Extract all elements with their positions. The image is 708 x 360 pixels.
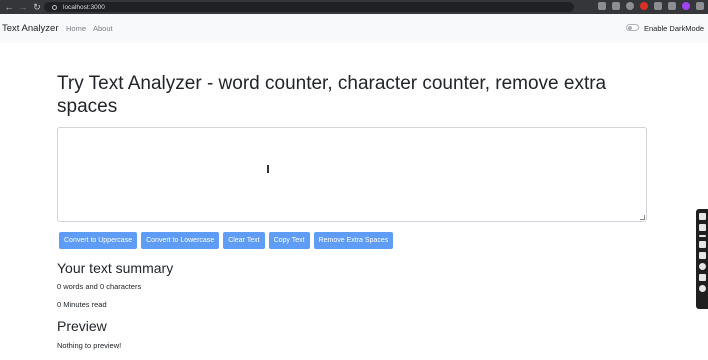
darkmode-toggle-label[interactable]: Enable DarkMode bbox=[644, 24, 704, 33]
toggle-knob bbox=[628, 26, 632, 30]
navbar-brand[interactable]: Text Analyzer bbox=[2, 23, 59, 34]
share-icon[interactable] bbox=[598, 2, 606, 10]
extensions-puzzle-icon[interactable] bbox=[654, 2, 662, 10]
reload-icon[interactable]: ↻ bbox=[32, 0, 42, 14]
more-icon[interactable] bbox=[698, 235, 706, 237]
copy-text-button[interactable]: Copy Text bbox=[268, 232, 310, 249]
browser-chrome: ← → ↻ localhost:3000 bbox=[0, 0, 708, 14]
remove-spaces-button[interactable]: Remove Extra Spaces bbox=[313, 232, 394, 249]
extension-icon[interactable] bbox=[626, 2, 634, 10]
summary-heading: Your text summary bbox=[57, 260, 174, 276]
preview-heading: Preview bbox=[57, 318, 107, 334]
bookmark-star-icon[interactable] bbox=[612, 2, 620, 10]
read-time: 0 Minutes read bbox=[57, 300, 107, 309]
address-url[interactable]: localhost:3000 bbox=[63, 4, 105, 11]
text-input-area[interactable] bbox=[57, 127, 647, 222]
browser-toolbar-icons bbox=[598, 2, 704, 10]
timer-icon[interactable] bbox=[698, 263, 706, 270]
text-cursor-icon bbox=[267, 165, 269, 173]
navbar: Text Analyzer Home About Enable DarkMode bbox=[0, 14, 708, 43]
camera-icon[interactable] bbox=[698, 224, 706, 231]
extension-red-icon[interactable] bbox=[640, 2, 648, 10]
menu-dots-icon[interactable] bbox=[696, 2, 704, 10]
nav-link-about[interactable]: About bbox=[93, 24, 113, 33]
pointer-icon[interactable] bbox=[698, 213, 706, 220]
resize-handle-icon[interactable] bbox=[640, 215, 645, 220]
microphone-icon[interactable] bbox=[698, 241, 706, 248]
settings-icon[interactable] bbox=[698, 285, 706, 292]
forward-icon[interactable]: → bbox=[18, 0, 28, 14]
nav-link-home[interactable]: Home bbox=[66, 24, 86, 33]
clear-text-button[interactable]: Clear Text bbox=[223, 232, 265, 249]
action-buttons: Convert to Uppercase Convert to Lowercas… bbox=[59, 232, 394, 249]
address-bar[interactable]: localhost:3000 bbox=[44, 2, 574, 12]
profile-avatar-icon[interactable] bbox=[682, 2, 690, 10]
side-panel-icon[interactable] bbox=[668, 2, 676, 10]
lowercase-button[interactable]: Convert to Lowercase bbox=[141, 232, 220, 249]
preview-text: Nothing to preview! bbox=[57, 341, 122, 350]
page-title: Try Text Analyzer - word counter, charac… bbox=[57, 73, 607, 117]
site-info-icon[interactable] bbox=[52, 4, 57, 10]
speaker-icon[interactable] bbox=[698, 252, 706, 259]
folder-icon[interactable] bbox=[698, 274, 706, 281]
uppercase-button[interactable]: Convert to Uppercase bbox=[59, 232, 138, 249]
darkmode-toggle[interactable] bbox=[626, 24, 639, 31]
word-char-count: 0 words and 0 characters bbox=[57, 282, 142, 291]
floating-side-toolbar bbox=[696, 209, 708, 309]
back-icon[interactable]: ← bbox=[4, 0, 14, 14]
